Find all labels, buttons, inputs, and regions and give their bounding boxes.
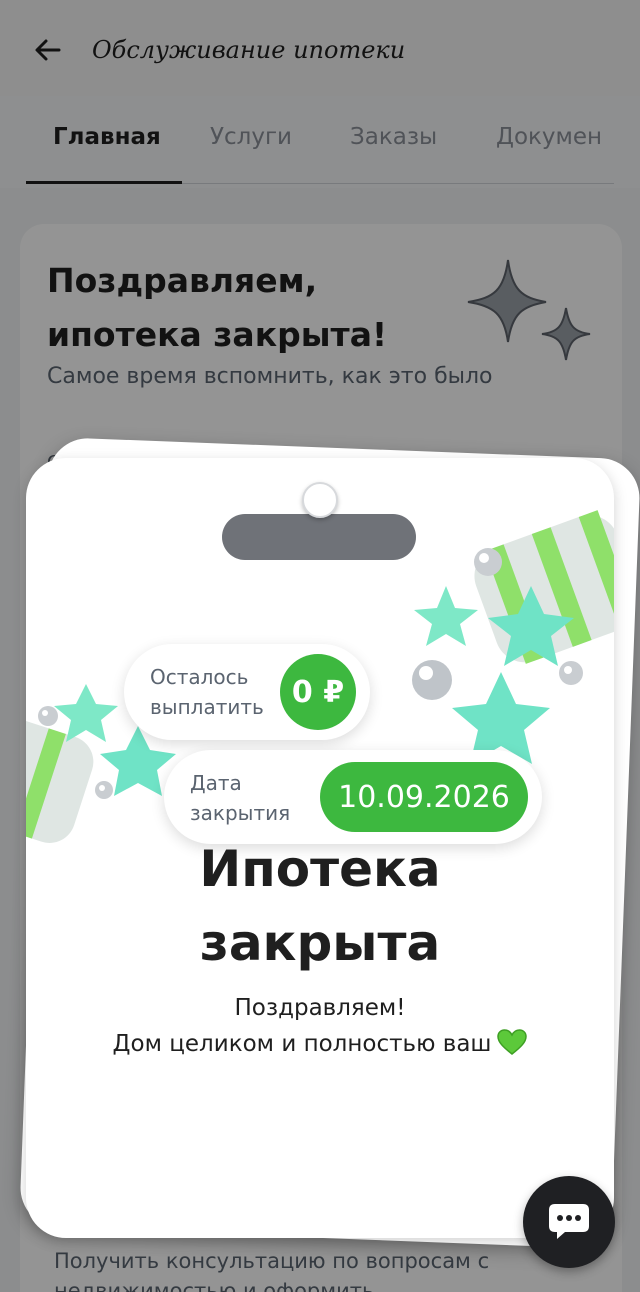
chat-button[interactable]: [523, 1176, 615, 1268]
ticket-pin: [302, 482, 338, 518]
congrats-line-1: Поздравляем!: [234, 995, 406, 1021]
chat-icon: [549, 1204, 589, 1239]
congrats-line-2: Дом целиком и полностью ваш: [26, 1026, 614, 1062]
closing-date-pill: Дата закрытия 10.09.2026: [164, 750, 542, 844]
mortgage-closed-title: Ипотека закрыта: [199, 840, 441, 972]
congrats-message: Поздравляем! Дом целиком и полностью ваш: [26, 990, 614, 1062]
closing-date-label: Дата закрытия: [190, 771, 291, 825]
remaining-pill: Осталось выплатить 0 ₽: [124, 644, 370, 740]
remaining-value: 0 ₽: [280, 654, 356, 730]
closing-date-value: 10.09.2026: [320, 762, 528, 832]
ticket-slot: [222, 514, 416, 560]
remaining-label: Осталось выплатить: [150, 665, 264, 719]
mortgage-closed-ticket: Осталось выплатить 0 ₽ Дата закрытия 10.…: [26, 458, 614, 1238]
green-heart-icon: [497, 1029, 528, 1055]
